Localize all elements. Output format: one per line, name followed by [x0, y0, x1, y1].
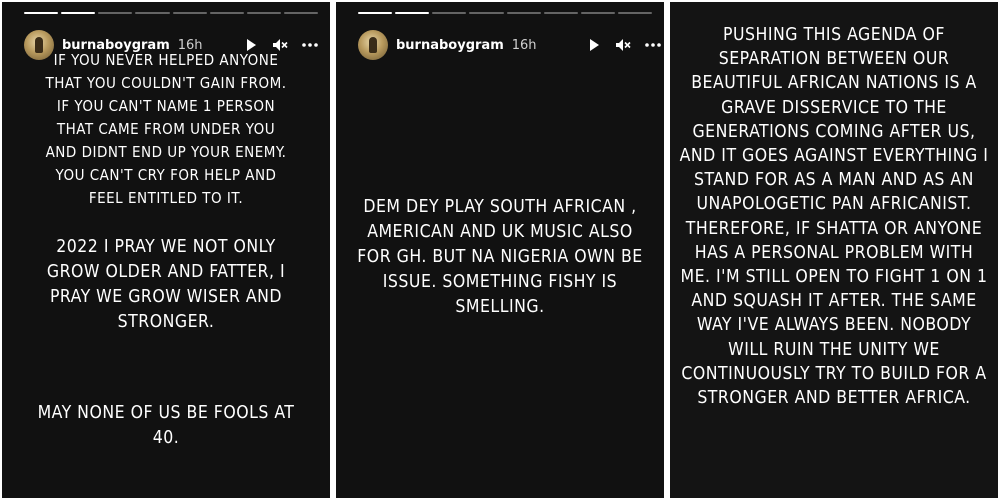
- progress-segment: [209, 12, 244, 14]
- progress-segment: [172, 12, 207, 14]
- story-header: burnaboygram 16h: [358, 28, 661, 62]
- progress-segment: [283, 12, 318, 14]
- progress-segment: [580, 12, 615, 14]
- progress-segment: [543, 12, 578, 14]
- progress-segment: [617, 12, 652, 14]
- timestamp: 16h: [511, 37, 537, 53]
- story-panel-3[interactable]: PUSHING THIS AGENDA OF SEPARATION BETWEE…: [670, 2, 998, 498]
- story-controls: [587, 38, 661, 52]
- progress-segment: [469, 12, 504, 14]
- story-text-block: 2022 I PRAY WE NOT ONLY GROW OLDER AND F…: [46, 237, 286, 332]
- story-panel-2[interactable]: burnaboygram 16h DEM DEY PLAY SOUTH AFRI…: [336, 2, 664, 498]
- play-icon[interactable]: [587, 38, 601, 52]
- progress-segment: [432, 12, 467, 14]
- progress-segment: [24, 12, 59, 14]
- progress-segment: [395, 12, 430, 14]
- username[interactable]: burnaboygram: [396, 38, 504, 53]
- story-progress-bar: [24, 12, 318, 14]
- story-panel-1[interactable]: burnaboygram 16h IF YOU NEVER HELPED ANY…: [2, 2, 330, 498]
- story-progress-bar: [358, 12, 652, 14]
- story-text-block: MAY NONE OF US BE FOOLS AT 40.: [37, 403, 295, 448]
- progress-segment: [246, 12, 281, 14]
- story-text-block: IF YOU NEVER HELPED ANYONE THAT YOU COUL…: [45, 51, 287, 207]
- story-text-block: PUSHING THIS AGENDA OF SEPARATION BETWEE…: [679, 25, 989, 409]
- progress-segment: [506, 12, 541, 14]
- avatar[interactable]: [358, 30, 388, 60]
- mute-icon[interactable]: [615, 38, 631, 52]
- story-text-block: DEM DEY PLAY SOUTH AFRICAN , AMERICAN AN…: [357, 197, 643, 317]
- progress-segment: [98, 12, 133, 14]
- more-icon[interactable]: [644, 43, 661, 47]
- progress-segment: [135, 12, 170, 14]
- more-icon[interactable]: [302, 43, 318, 47]
- progress-segment: [61, 12, 96, 14]
- progress-segment: [358, 12, 393, 14]
